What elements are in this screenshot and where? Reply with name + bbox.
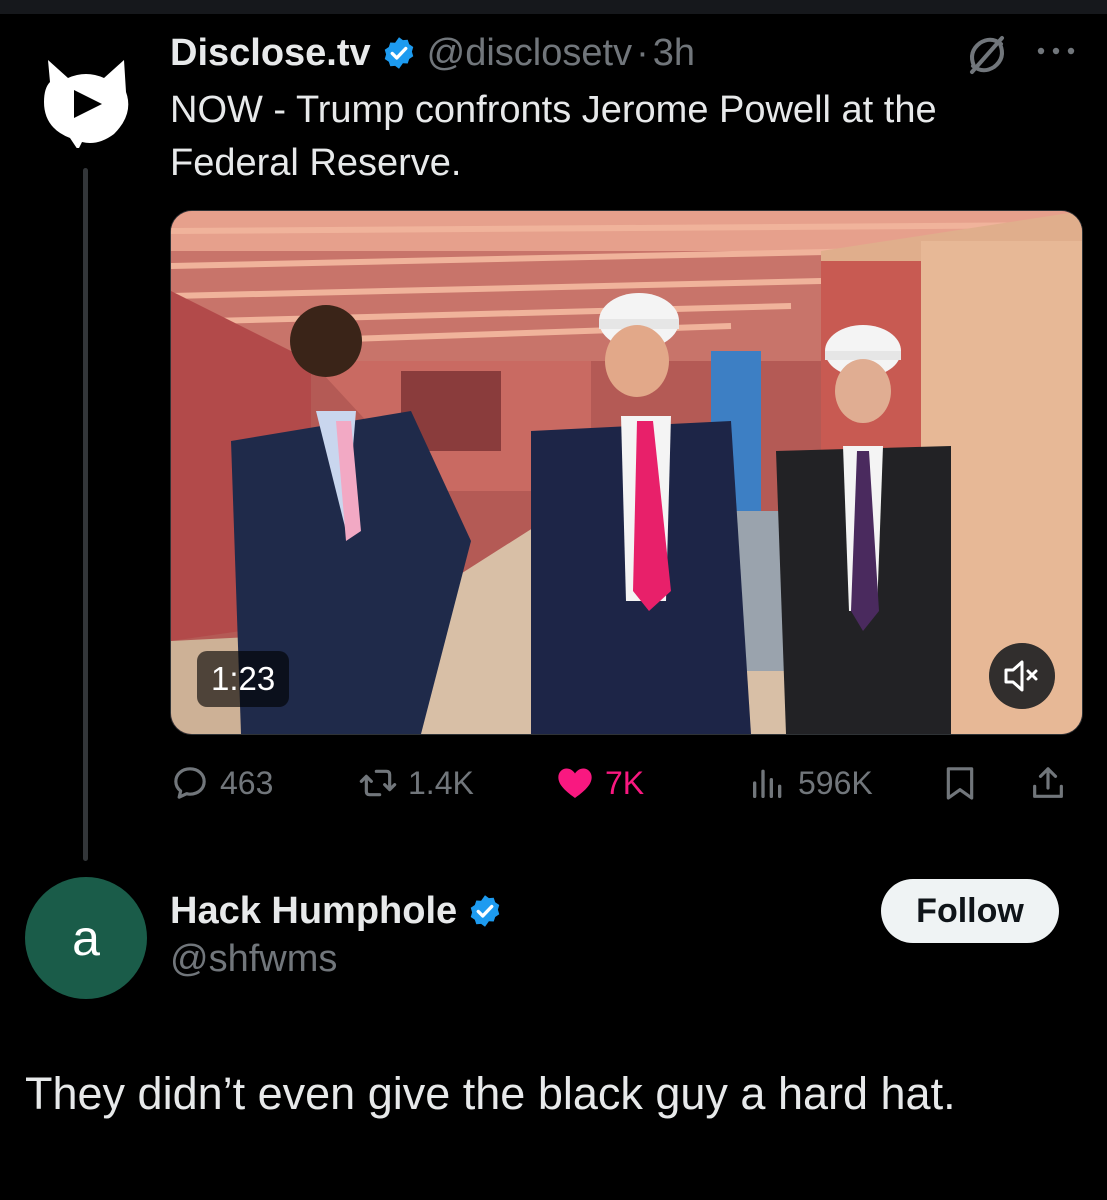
verified-badge-icon [470, 895, 500, 927]
reply-header: Hack Humphole [170, 886, 503, 936]
reply-count: 463 [220, 764, 274, 801]
reply-text: They didn’t even give the black guy a ha… [25, 1068, 956, 1119]
reply-author-handle[interactable]: @shfwms [170, 938, 337, 981]
share-icon [1033, 767, 1063, 798]
follow-button[interactable]: Follow [881, 879, 1059, 943]
retweet-button[interactable]: 1.4K [358, 755, 474, 811]
post-action-bar: 463 1.4K 7K 596K [170, 755, 1080, 811]
thread-connector-line [83, 168, 88, 861]
post-header: Disclose.tv @disclosetv · 3h [170, 28, 695, 78]
video-frame-illustration [171, 211, 1082, 734]
post-video[interactable]: 1:23 [170, 210, 1083, 735]
more-icon[interactable] [1034, 38, 1078, 64]
mute-icon[interactable] [989, 643, 1055, 709]
reply-icon [174, 767, 206, 799]
like-button[interactable]: 7K [555, 755, 644, 811]
reply-button[interactable]: 463 [170, 755, 273, 811]
views-count: 596K [798, 764, 873, 801]
header-separator: · [636, 31, 649, 74]
share-button[interactable] [1028, 755, 1078, 811]
reply-avatar-letter: a [72, 910, 100, 966]
views-icon [753, 769, 782, 798]
views-button[interactable]: 596K [748, 755, 873, 811]
like-count: 7K [605, 764, 645, 801]
post-text: NOW - Trump confronts Jerome Powell at t… [170, 89, 937, 184]
post-author-handle[interactable]: @disclosetv [427, 32, 632, 75]
bookmark-icon [946, 767, 974, 800]
disclosetv-logo-icon[interactable] [38, 52, 134, 148]
retweet-count: 1.4K [408, 764, 474, 801]
bookmark-button[interactable] [940, 755, 990, 811]
grok-icon[interactable] [964, 32, 1010, 78]
retweet-icon [359, 769, 397, 797]
video-duration-badge: 1:23 [197, 651, 290, 707]
post-timestamp[interactable]: 3h [653, 32, 695, 75]
reply-author-name[interactable]: Hack Humphole [170, 890, 457, 933]
post-author-name[interactable]: Disclose.tv [170, 32, 371, 75]
reply-avatar[interactable]: a [25, 877, 147, 999]
top-strip [0, 0, 1107, 14]
like-icon [558, 768, 592, 798]
verified-badge-icon [384, 37, 413, 69]
